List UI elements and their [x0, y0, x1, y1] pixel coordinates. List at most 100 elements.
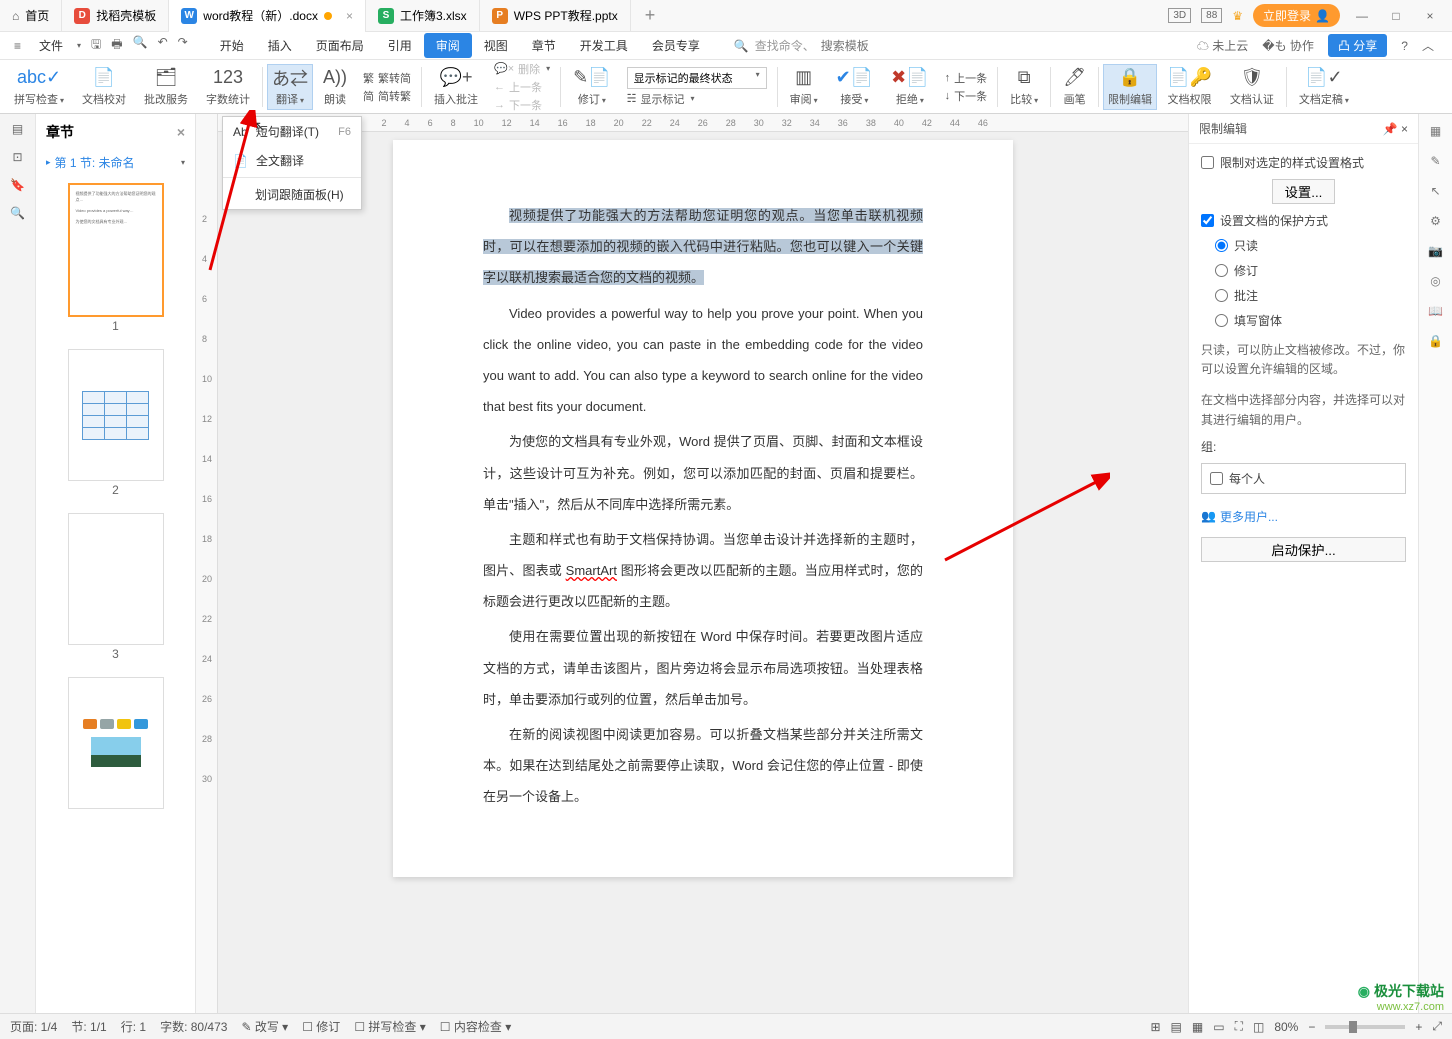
radio-track[interactable]: 修订: [1215, 262, 1406, 279]
3d-icon[interactable]: 3D: [1168, 8, 1191, 23]
settings-button[interactable]: 设置...: [1272, 179, 1336, 204]
preview-icon[interactable]: 🔍: [133, 35, 148, 56]
restrict-style-checkbox[interactable]: 限制对选定的样式设置格式: [1201, 154, 1406, 171]
box88-icon[interactable]: 88: [1201, 8, 1222, 23]
char-status[interactable]: 字数: 80/473: [160, 1018, 227, 1035]
zoom-value[interactable]: 80%: [1274, 1020, 1298, 1034]
review-pane-button[interactable]: ▥审阅▾: [782, 67, 826, 107]
zoom-out-button[interactable]: −: [1308, 1020, 1315, 1034]
camera-icon[interactable]: 📷: [1428, 244, 1443, 258]
next-change-button[interactable]: ↓ 下一条: [945, 88, 988, 104]
chapter-section[interactable]: ▸第 1 节: 未命名▾: [36, 150, 195, 175]
file-menu[interactable]: 文件: [29, 37, 73, 54]
crop-icon[interactable]: ◫: [1253, 1020, 1264, 1034]
track-toggle[interactable]: ☐ 修订: [302, 1018, 340, 1035]
book-icon[interactable]: 📖: [1428, 304, 1443, 318]
paragraph-3[interactable]: 为使您的文档具有专业外观，Word 提供了页眉、页脚、封面和文本框设计，这些设计…: [483, 426, 923, 520]
add-tab-button[interactable]: +: [631, 5, 670, 26]
lock-side-icon[interactable]: 🔒: [1428, 334, 1443, 348]
restrict-edit-button[interactable]: 🔒限制编辑: [1103, 64, 1157, 110]
thumbnail-page-4[interactable]: [68, 677, 164, 809]
track-button[interactable]: ✎📄修订▾: [565, 67, 619, 107]
tab-pptx[interactable]: PWPS PPT教程.pptx: [480, 0, 631, 32]
reject-button[interactable]: ✖📄拒绝▾: [883, 67, 937, 107]
tab-start[interactable]: 开始: [208, 33, 256, 58]
tab-member[interactable]: 会员专享: [640, 33, 712, 58]
radio-comment[interactable]: 批注: [1215, 287, 1406, 304]
save-icon[interactable]: 🖫: [91, 35, 101, 56]
bookmark-icon[interactable]: 🔖: [10, 178, 25, 192]
spellcheck-button[interactable]: abc✓拼写检查▾: [6, 67, 72, 107]
rework-toggle[interactable]: ✎ 改写 ▾: [241, 1018, 288, 1035]
paragraph-2[interactable]: Video provides a powerful way to help yo…: [483, 298, 923, 423]
tab-home[interactable]: ⌂首页: [0, 0, 62, 32]
read-aloud-button[interactable]: A))朗读: [315, 67, 355, 107]
view-mode-2-icon[interactable]: ▤: [1171, 1020, 1182, 1034]
pencil-icon[interactable]: ✎: [1430, 154, 1440, 168]
short-translate-item[interactable]: Ab短句翻译(T)F6: [223, 117, 361, 146]
document-page[interactable]: 视频提供了功能强大的方法帮助您证明您的观点。当您单击联机视频时，可以在想要添加的…: [393, 140, 1013, 877]
simp-trad-button[interactable]: 简 简转繁: [363, 88, 411, 104]
tab-word-doc[interactable]: Wword教程（新）.docx×: [169, 0, 366, 32]
help-icon[interactable]: ?: [1401, 39, 1408, 53]
protect-method-checkbox[interactable]: 设置文档的保护方式: [1201, 212, 1406, 229]
accept-button[interactable]: ✔📄接受▾: [828, 67, 882, 107]
thumbnail-page-2[interactable]: [68, 349, 164, 481]
paragraph-6[interactable]: 在新的阅读视图中阅读更加容易。可以折叠文档某些部分并关注所需文本。如果在达到结尾…: [483, 719, 923, 813]
tab-xlsx[interactable]: S工作簿3.xlsx: [366, 0, 480, 32]
thumbnail-page-3[interactable]: [68, 513, 164, 645]
expand-icon[interactable]: ⤢: [1432, 1019, 1442, 1034]
thumbnail-page-1[interactable]: 视频提供了功能强大的方法帮助您证明您的观点…Video provides a p…: [68, 183, 164, 317]
close-window-button[interactable]: ×: [1418, 9, 1442, 23]
page-status[interactable]: 页面: 1/4: [10, 1018, 57, 1035]
search-left-icon[interactable]: 🔍: [10, 206, 25, 220]
grid-icon[interactable]: ▦: [1430, 124, 1441, 138]
settings-icon[interactable]: ⚙: [1430, 214, 1441, 228]
tab-insert[interactable]: 插入: [256, 33, 304, 58]
more-users-link[interactable]: 👥更多用户...: [1201, 508, 1406, 525]
doc-perm-button[interactable]: 📄🔑文档权限: [1159, 67, 1220, 107]
radio-readonly[interactable]: 只读: [1215, 237, 1406, 254]
collapse-ribbon-icon[interactable]: ︿: [1422, 37, 1434, 54]
show-markup-button[interactable]: ☵ 显示标记▾: [627, 91, 767, 107]
coop-icon[interactable]: �も 协作: [1262, 37, 1314, 54]
burger-icon[interactable]: ≡: [8, 39, 27, 53]
paragraph-5[interactable]: 使用在需要位置出现的新按钮在 Word 中保存时间。若要更改图片适应文档的方式，…: [483, 621, 923, 715]
brush-button[interactable]: 🖊画笔: [1055, 67, 1094, 107]
translate-button[interactable]: あ⇄翻译▾: [267, 64, 313, 110]
batch-button[interactable]: 🗂批改服务: [136, 67, 196, 107]
minimize-button[interactable]: —: [1350, 9, 1374, 23]
start-protect-button[interactable]: 启动保护...: [1201, 537, 1406, 562]
undo-icon[interactable]: ↶: [158, 35, 168, 56]
close-icon[interactable]: ×: [346, 9, 353, 23]
prev-change-button[interactable]: ↑ 上一条: [945, 70, 988, 86]
search-input[interactable]: [821, 39, 941, 53]
trad-simp-button[interactable]: 繁 繁转简: [363, 70, 411, 86]
close-panel-icon[interactable]: ×: [1401, 122, 1408, 136]
track-state-select[interactable]: 显示标记的最终状态▾: [627, 67, 767, 89]
doc-proof-button[interactable]: 📄文档校对: [74, 67, 134, 107]
view-mode-3-icon[interactable]: ▦: [1192, 1020, 1203, 1034]
target-icon[interactable]: ◎: [1430, 274, 1440, 288]
cursor-icon[interactable]: ↖: [1430, 184, 1440, 198]
login-button[interactable]: 立即登录👤: [1253, 4, 1340, 27]
view-mode-4-icon[interactable]: ▭: [1213, 1020, 1224, 1034]
cloud-icon[interactable]: ☁ 未上云: [1197, 37, 1248, 54]
print-icon[interactable]: 🖶: [111, 35, 122, 56]
redo-icon[interactable]: ↷: [178, 35, 188, 56]
pin-icon[interactable]: 📌: [1383, 122, 1398, 136]
content-check-toggle[interactable]: ☐ 内容检查 ▾: [440, 1018, 511, 1035]
zoom-in-button[interactable]: +: [1415, 1020, 1422, 1034]
full-translate-item[interactable]: 📄全文翻译: [223, 146, 361, 175]
fit-icon[interactable]: ⛶: [1235, 1019, 1243, 1034]
nav-icon[interactable]: ⊡: [12, 150, 22, 164]
close-panel-icon[interactable]: ×: [177, 124, 185, 140]
tab-view[interactable]: 视图: [472, 33, 520, 58]
compare-button[interactable]: ⧉比较▾: [1002, 67, 1046, 107]
section-status[interactable]: 节: 1/1: [71, 1018, 106, 1035]
prev-comment-button[interactable]: ← 上一条: [494, 79, 542, 95]
paragraph-4[interactable]: 主题和样式也有助于文档保持协调。当您单击设计并选择新的主题时，图片、图表或 Sm…: [483, 524, 923, 618]
row-status[interactable]: 行: 1: [121, 1018, 146, 1035]
doc-final-button[interactable]: 📄✓文档定稿▾: [1291, 67, 1357, 107]
share-button[interactable]: 凸 分享: [1328, 34, 1387, 57]
